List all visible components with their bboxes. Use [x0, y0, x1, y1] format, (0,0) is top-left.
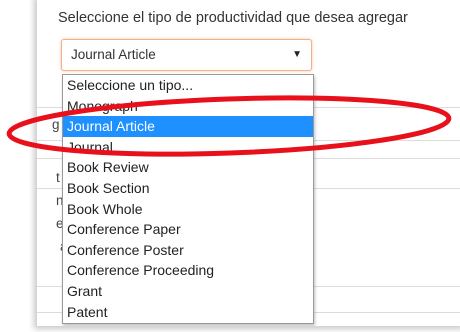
option-book-section[interactable]: Book Section: [63, 178, 313, 199]
option-monograph[interactable]: Monograph: [63, 96, 313, 117]
select-current-value: Journal Article: [71, 47, 156, 62]
option-patent[interactable]: Patent: [63, 302, 313, 323]
option-seleccione-un-tipo[interactable]: Seleccione un tipo...: [63, 75, 313, 96]
option-journal-article[interactable]: Journal Article: [63, 116, 313, 137]
option-book-whole[interactable]: Book Whole: [63, 199, 313, 220]
option-conference-poster[interactable]: Conference Poster: [63, 240, 313, 261]
productivity-type-select[interactable]: Journal Article ▼: [61, 39, 312, 71]
option-book-review[interactable]: Book Review: [63, 157, 313, 178]
screenshot-panel: Seleccione el tipo de productividad que …: [37, 0, 460, 326]
chevron-down-icon: ▼: [292, 49, 302, 60]
option-conference-paper[interactable]: Conference Paper: [63, 219, 313, 240]
option-conference-proceeding[interactable]: Conference Proceeding: [63, 260, 313, 281]
background-label-fragment: t: [56, 170, 60, 185]
option-journal[interactable]: Journal: [63, 137, 313, 158]
background-label-fragment: g: [52, 117, 60, 132]
productivity-type-prompt: Seleccione el tipo de productividad que …: [58, 10, 408, 26]
productivity-type-dropdown-list: Seleccione un tipo... Monograph Journal …: [62, 74, 314, 324]
option-grant[interactable]: Grant: [63, 281, 313, 302]
